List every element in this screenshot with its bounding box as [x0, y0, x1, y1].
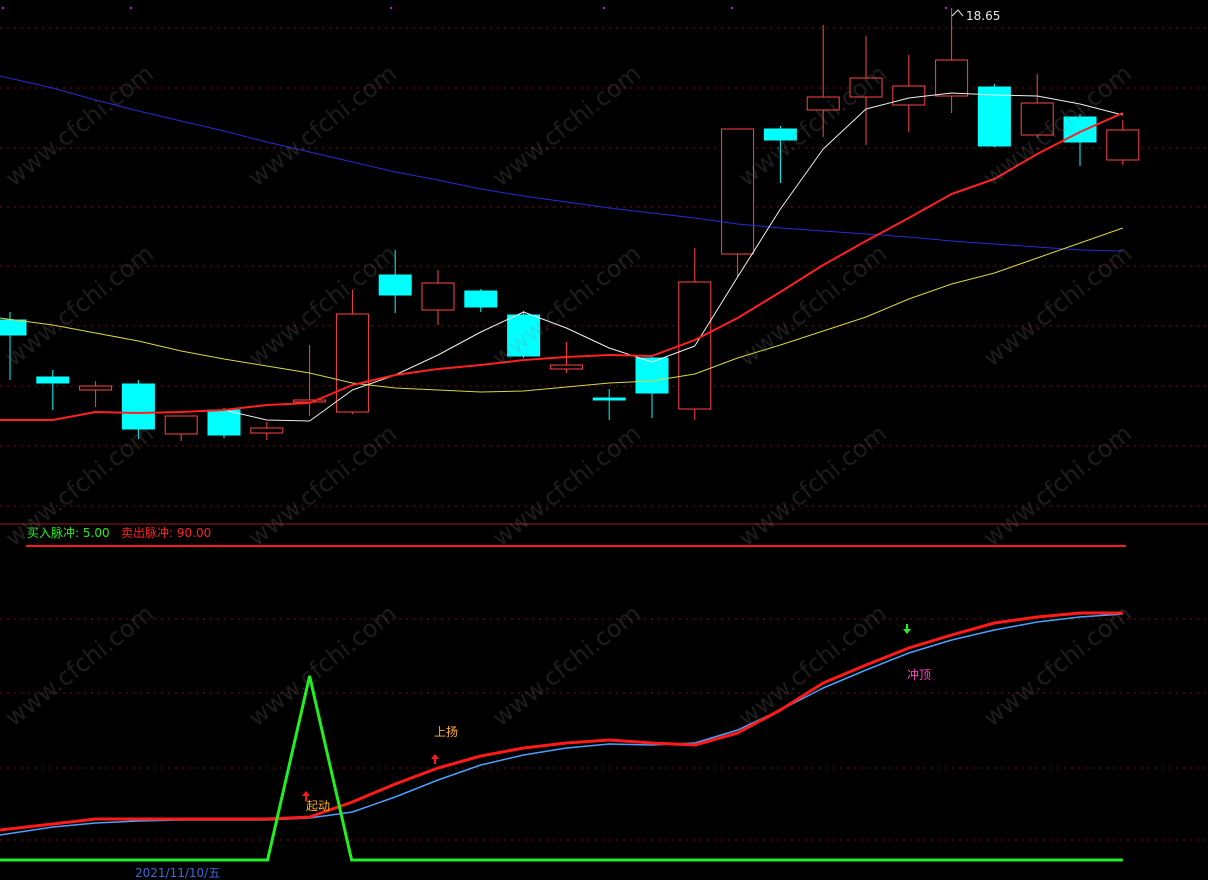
- start-signal-label: 起动: [306, 799, 331, 813]
- candle-body: [1020, 102, 1054, 136]
- candle-body: [892, 85, 926, 106]
- kline-chart[interactable]: [0, 0, 1208, 874]
- oscillator-legend: 买入脉冲: 5.00 卖出脉冲: 90.00: [27, 526, 211, 540]
- candle-body: [79, 385, 113, 391]
- buy-pulse-label: 买入脉冲:: [27, 526, 80, 540]
- candle-body: [806, 96, 840, 111]
- oscillator-lines: [0, 611, 1123, 862]
- rise-signal-label: 上扬: [434, 725, 459, 739]
- osc-red-line: [0, 611, 1123, 832]
- candle-body: [977, 86, 1011, 147]
- top-signal-label: 冲顶: [907, 668, 932, 682]
- high-price-marker: 18.65: [966, 9, 1001, 23]
- ma-blue-line: [0, 75, 1123, 252]
- time-tick: [603, 7, 605, 9]
- candle-body: [935, 59, 969, 97]
- rise-arrow-icon: [431, 754, 439, 759]
- candle-body: [763, 128, 797, 141]
- candle-body: [721, 128, 755, 255]
- chart-window[interactable]: 买入脉冲: 5.00 卖出脉冲: 90.00 18.65 起动 上扬 冲顶 20…: [0, 0, 1208, 880]
- candle-body: [0, 319, 27, 336]
- candle-body: [207, 409, 241, 436]
- time-tick: [945, 7, 947, 9]
- candle-body: [36, 376, 70, 384]
- date-label: 2021/11/10/五: [135, 866, 221, 880]
- candle-body: [635, 357, 669, 394]
- time-tick: [130, 7, 132, 9]
- candle-body: [335, 313, 369, 413]
- candle-body: [293, 399, 327, 403]
- candle-body: [1106, 129, 1140, 161]
- candle-body: [378, 274, 412, 296]
- candlestick-series: [0, 8, 1140, 441]
- sell-pulse-value: 90.00: [176, 526, 212, 540]
- candle-body: [507, 314, 541, 357]
- candle-body: [464, 290, 498, 308]
- time-tick: [2, 7, 4, 9]
- top-arrow-icon: [903, 629, 911, 634]
- time-tick: [731, 7, 733, 9]
- time-tick: [390, 7, 392, 9]
- osc-blue-line: [0, 613, 1123, 836]
- start-arrow-icon: [302, 791, 310, 796]
- candle-body: [421, 282, 455, 311]
- candle-body: [549, 364, 583, 370]
- oscillator-markers: [302, 624, 911, 801]
- candle-body: [121, 383, 155, 430]
- buy-pulse-value: 5.00: [82, 526, 110, 540]
- high-marker-arrow: [951, 9, 964, 17]
- candle-body: [250, 427, 284, 434]
- candle-body: [592, 397, 626, 401]
- candle-body: [849, 77, 883, 98]
- sell-pulse-label: 卖出脉冲:: [121, 526, 174, 540]
- candle-body: [164, 415, 198, 435]
